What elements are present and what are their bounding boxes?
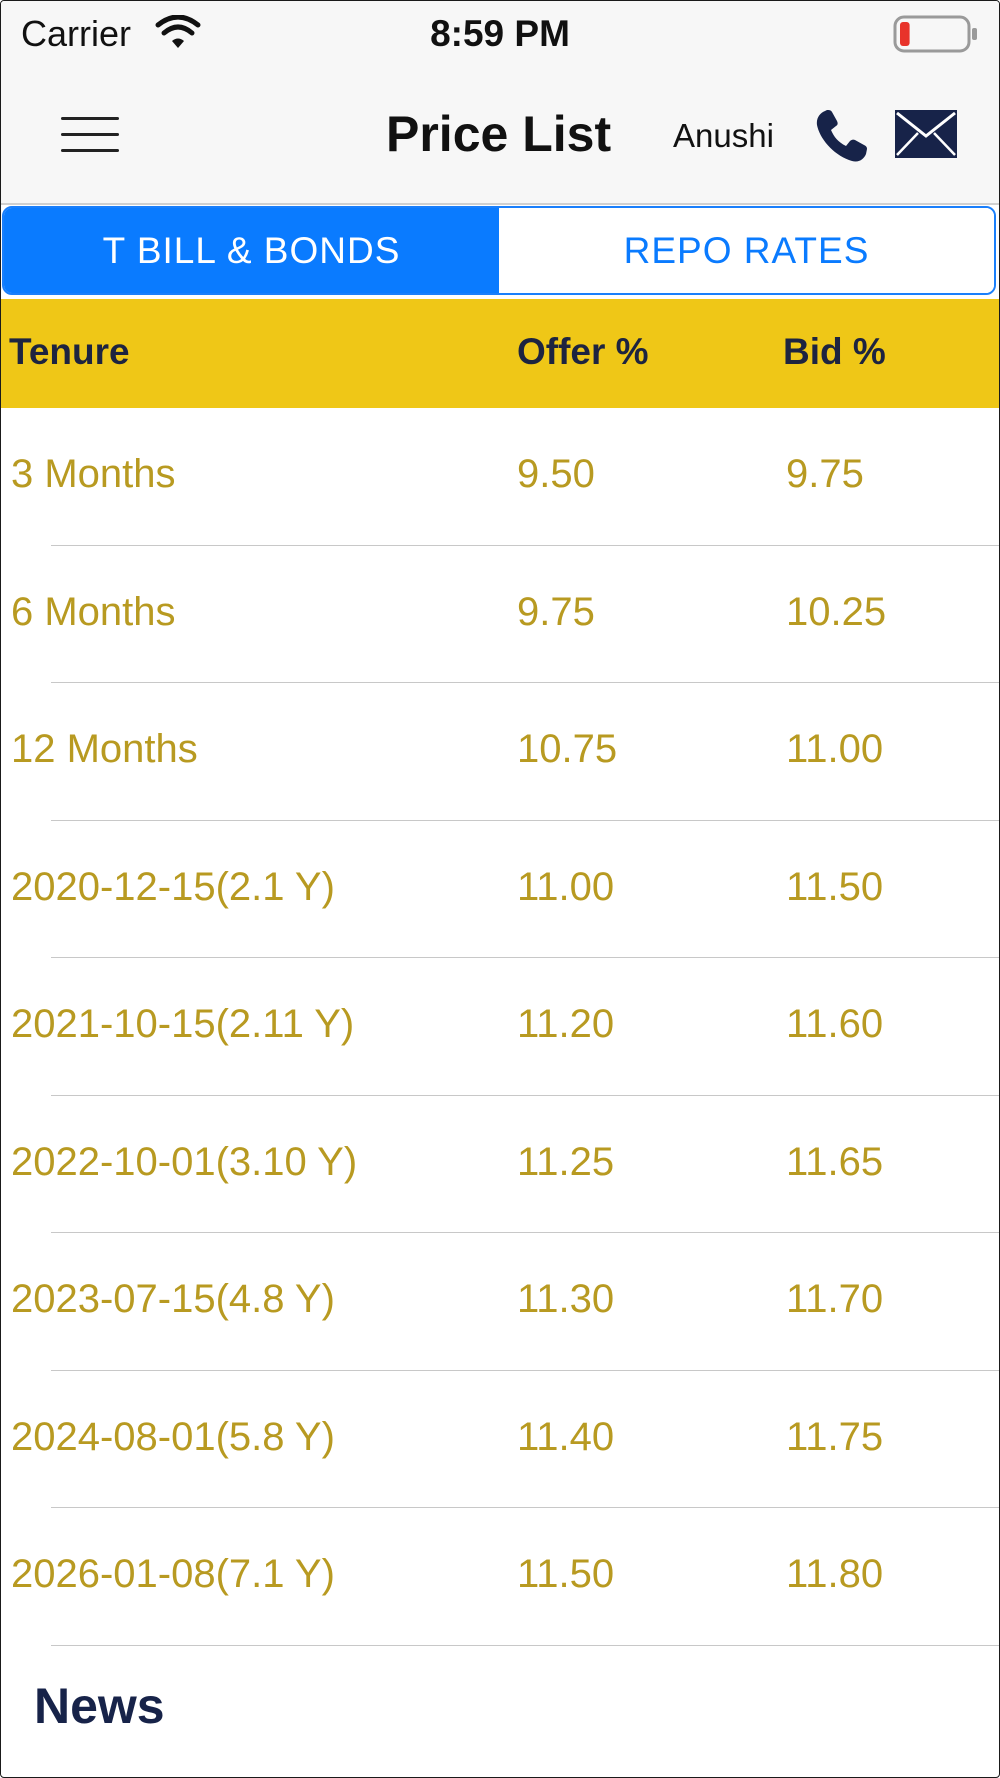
offer-cell: 9.50 [517,452,595,496]
offer-cell: 10.75 [517,727,618,771]
bid-cell: 11.60 [786,1002,884,1046]
table-row[interactable]: 2020-12-15(2.1 Y) 11.00 11.50 [1,821,999,959]
tenure-cell: 2020-12-15(2.1 Y) [11,864,335,909]
offer-cell: 11.40 [517,1414,615,1459]
clock: 8:59 PM [430,13,570,54]
bid-cell: 11.70 [786,1277,884,1321]
user-name: Anushi [673,117,774,154]
price-table: 3 Months 9.50 9.75 6 Months 9.75 10.25 1… [1,408,999,1646]
page-title: Price List [386,106,612,162]
bid-cell: 11.75 [786,1414,884,1459]
tenure-cell: 2021-10-15(2.11 Y) [11,1002,355,1046]
tenure-cell: 12 Months [11,727,198,771]
offer-cell: 11.30 [517,1277,615,1321]
news-heading: News [34,1678,165,1734]
tenure-cell: 2023-07-15(4.8 Y) [11,1277,335,1321]
table-row[interactable]: 2021-10-15(2.11 Y) 11.20 11.60 [1,958,999,1096]
header-tenure: Tenure [9,331,130,372]
table-row[interactable]: 3 Months 9.50 9.75 [1,408,999,546]
table-row[interactable]: 2024-08-01(5.8 Y) 11.40 11.75 [1,1371,999,1509]
offer-cell: 11.50 [517,1552,615,1596]
bid-cell: 11.00 [786,727,884,771]
offer-cell: 11.00 [517,864,615,909]
header-offer: Offer % [517,331,649,372]
battery-fill [900,22,910,46]
status-bar: Carrier 8:59 PM [1,1,999,69]
battery-icon [893,15,977,53]
table-row[interactable]: 6 Months 9.75 10.25 [1,546,999,684]
table-row[interactable]: 12 Months 10.75 11.00 [1,683,999,821]
offer-cell: 11.25 [517,1139,615,1184]
bid-cell: 10.25 [786,589,887,634]
table-row[interactable]: 2022-10-01(3.10 Y) 11.25 11.65 [1,1096,999,1234]
tenure-cell: 2024-08-01(5.8 Y) [11,1414,335,1459]
tenure-cell: 3 Months [11,452,176,496]
table-row[interactable]: 2026-01-08(7.1 Y) 11.50 11.80 [1,1508,999,1646]
menu-icon[interactable] [61,115,119,155]
tab-switcher: T BILL & BONDS REPO RATES [2,206,996,295]
bid-cell: 11.50 [786,864,884,909]
offer-cell: 11.20 [517,1002,615,1046]
phone-icon[interactable] [813,109,869,165]
tenure-cell: 6 Months [11,589,176,634]
bid-cell: 9.75 [786,452,864,496]
mail-icon[interactable] [894,109,958,159]
app-screen: Carrier 8:59 PM Price List Anushi T BILL… [0,0,1000,1778]
nav-bar: Price List Anushi [1,69,999,205]
tab-t-bill-bonds[interactable]: T BILL & BONDS [4,208,499,293]
header-bid: Bid % [783,331,886,372]
tenure-cell: 2026-01-08(7.1 Y) [11,1552,335,1596]
table-header: Tenure Offer % Bid % [1,299,999,408]
table-row[interactable]: 2023-07-15(4.8 Y) 11.30 11.70 [1,1233,999,1371]
bid-cell: 11.80 [786,1552,884,1596]
tenure-cell: 2022-10-01(3.10 Y) [11,1139,358,1184]
tab-repo-rates[interactable]: REPO RATES [499,208,994,293]
offer-cell: 9.75 [517,589,595,634]
bid-cell: 11.65 [786,1139,884,1184]
